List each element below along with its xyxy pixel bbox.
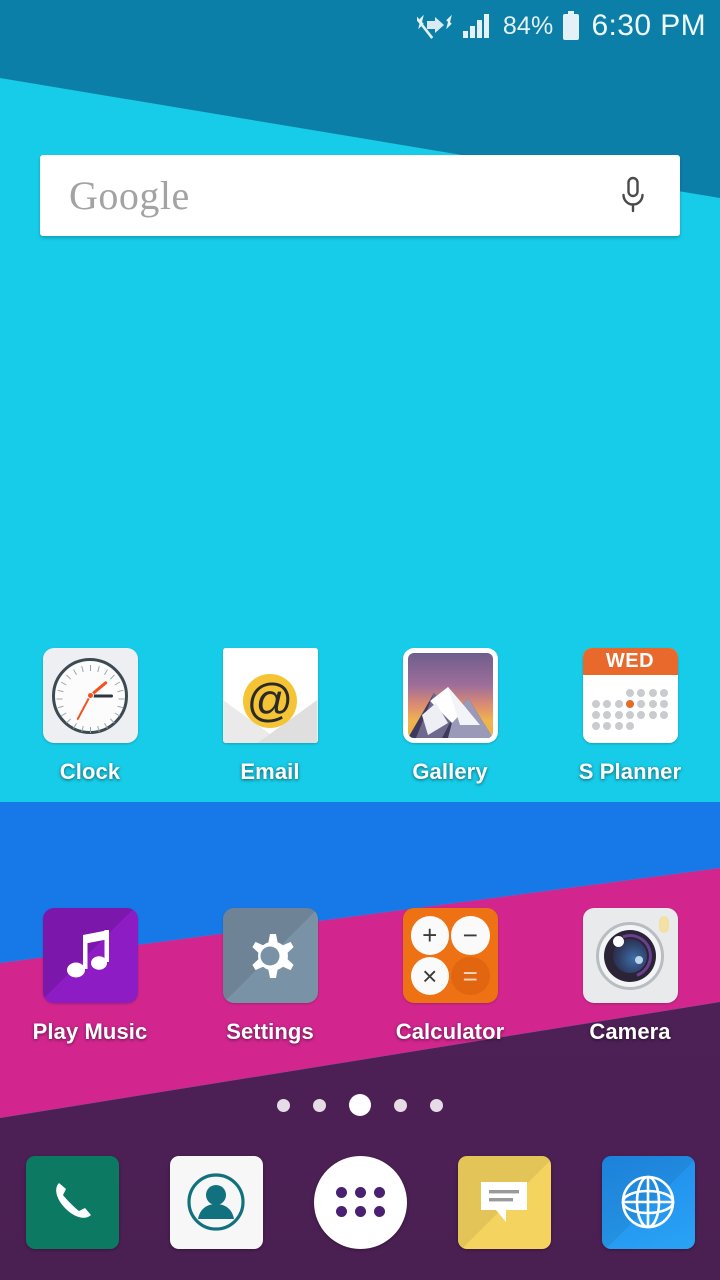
app-play-music[interactable]: Play Music — [0, 908, 180, 1045]
calculator-key-minus: − — [451, 916, 490, 955]
vibrate-off-icon — [416, 12, 453, 40]
calculator-key-plus: + — [410, 916, 449, 955]
messages-icon — [457, 1155, 551, 1249]
status-bar-clock: 6:30 PM — [591, 9, 706, 42]
status-bar[interactable]: 84% 6:30 PM — [0, 0, 720, 52]
play-music-icon — [42, 908, 138, 1003]
app-label: Clock — [59, 759, 121, 784]
google-search-bar[interactable]: Google — [40, 155, 680, 236]
android-home-screen: 84% 6:30 PM Google Clock @ Email Gallery… — [0, 0, 720, 1280]
dock-item-browser[interactable] — [576, 1155, 720, 1249]
page-dot-1[interactable] — [277, 1098, 290, 1112]
app-email[interactable]: @ Email — [180, 648, 360, 785]
dock-item-contacts[interactable] — [144, 1155, 288, 1249]
settings-icon — [222, 908, 318, 1003]
app-s-planner[interactable]: WED S Planner — [540, 648, 720, 785]
app-settings[interactable]: Settings — [180, 908, 360, 1045]
s-planner-weekday: WED — [582, 648, 678, 675]
app-gallery[interactable]: Gallery — [360, 648, 540, 785]
app-label: S Planner — [578, 759, 682, 784]
browser-globe-icon — [601, 1155, 695, 1249]
clock-icon — [42, 648, 138, 743]
app-row-1: Clock @ Email Gallery WED S Planner — [0, 648, 720, 785]
email-icon: @ — [222, 648, 318, 743]
dock-item-messages[interactable] — [432, 1155, 576, 1249]
page-dot-4[interactable] — [394, 1098, 407, 1112]
app-clock[interactable]: Clock — [0, 648, 180, 785]
calculator-key-equals: = — [451, 956, 490, 995]
app-label: Settings — [226, 1019, 314, 1044]
google-logo-text: Google — [69, 172, 190, 218]
phone-icon — [25, 1155, 119, 1249]
app-calculator[interactable]: + − × = Calculator — [360, 908, 540, 1045]
app-label: Calculator — [395, 1019, 505, 1044]
s-planner-icon: WED — [582, 648, 678, 743]
dock-item-phone[interactable] — [0, 1155, 144, 1249]
app-camera[interactable]: Camera — [540, 908, 720, 1045]
dock — [0, 1150, 720, 1254]
calculator-key-multiply: × — [410, 956, 449, 995]
calculator-icon: + − × = — [402, 908, 498, 1003]
app-drawer-icon — [313, 1155, 407, 1249]
contacts-icon — [169, 1155, 263, 1249]
camera-icon — [582, 908, 678, 1003]
dock-item-app-drawer[interactable] — [288, 1155, 432, 1249]
app-label: Email — [240, 759, 300, 784]
app-row-2: Play Music Settings + − × = Calculator C… — [0, 908, 720, 1045]
app-label: Play Music — [32, 1019, 148, 1044]
battery-icon — [562, 11, 580, 41]
page-dot-3-active[interactable] — [349, 1094, 371, 1116]
page-dot-2[interactable] — [313, 1098, 326, 1112]
microphone-icon[interactable] — [612, 172, 654, 220]
page-indicator — [0, 1094, 720, 1116]
gallery-icon — [402, 648, 498, 743]
app-label: Gallery — [412, 759, 488, 784]
app-label: Camera — [589, 1019, 671, 1044]
battery-percent-label: 84% — [502, 11, 554, 40]
cellular-signal-icon — [462, 12, 494, 40]
page-dot-5[interactable] — [430, 1098, 443, 1112]
